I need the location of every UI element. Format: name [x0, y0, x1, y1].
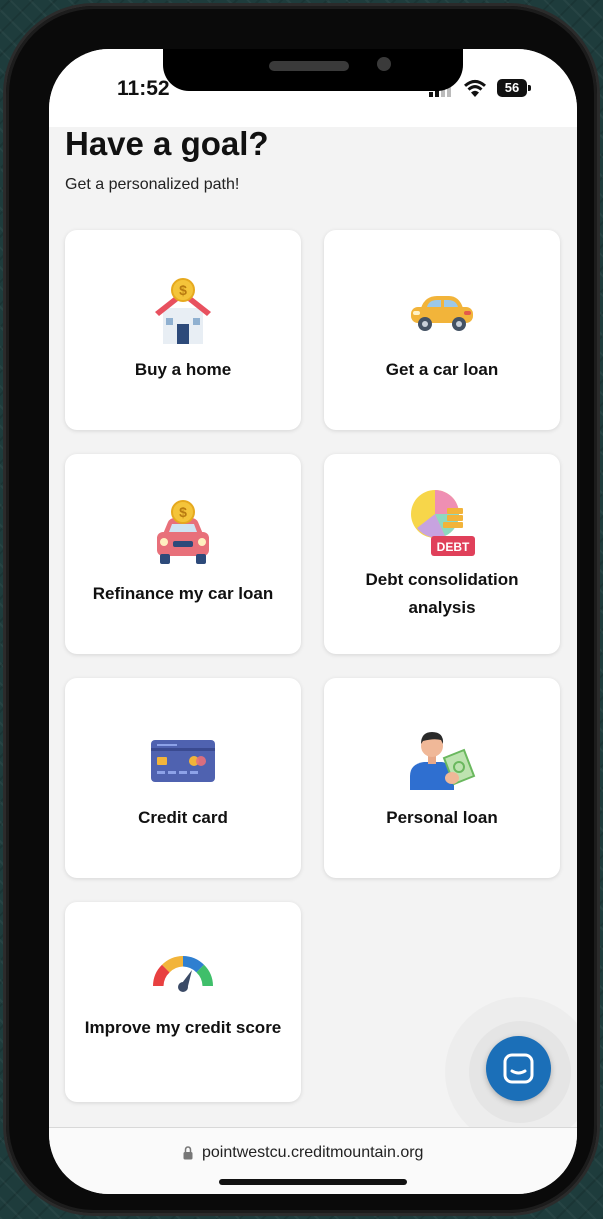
notch [163, 49, 463, 91]
screen: 11:52 56 Have a goal? Get a personalized… [49, 49, 577, 1194]
wifi-icon [464, 79, 486, 97]
credit-card-icon [151, 740, 215, 782]
goal-label: Buy a home [134, 360, 232, 379]
camera [377, 57, 391, 71]
svg-text:$: $ [179, 282, 187, 298]
lock-icon [183, 1146, 193, 1160]
speaker [269, 61, 349, 71]
goal-card-car-loan[interactable]: Get a car loan [324, 230, 560, 430]
page-subtitle: Get a personalized path! [65, 176, 240, 193]
phone-frame: 11:52 56 Have a goal? Get a personalized… [6, 6, 597, 1213]
goal-label: Debt consolidation analysis [365, 570, 519, 617]
car-icon [411, 296, 473, 331]
car-coin-icon: $ [157, 500, 209, 564]
person-money-icon [410, 732, 476, 790]
home-indicator[interactable] [219, 1179, 407, 1185]
goal-card-credit-card[interactable]: Credit card [65, 678, 301, 878]
svg-text:DEBT: DEBT [437, 540, 470, 554]
credit-gauge-icon [153, 956, 213, 992]
goal-label: Improve my credit score [84, 1018, 282, 1037]
goal-label: Refinance my car loan [92, 584, 274, 603]
goal-card-personal-loan[interactable]: Personal loan [324, 678, 560, 878]
goal-card-buy-home[interactable]: $ Buy a home [65, 230, 301, 430]
status-time: 11:52 [117, 77, 170, 100]
goal-card-debt-consolidation[interactable]: DEBT Debt consolidation analysis [324, 454, 560, 654]
browser-url-bar[interactable]: pointwestcu.creditmountain.org [49, 1127, 577, 1194]
battery-icon: 56 [497, 79, 531, 97]
svg-text:$: $ [179, 504, 187, 520]
page-title: Have a goal? [65, 125, 269, 162]
house-coin-icon: $ [155, 278, 211, 344]
chat-icon [503, 1053, 534, 1084]
goal-label: Credit card [138, 808, 228, 827]
debt-chart-icon: DEBT [411, 490, 475, 556]
goal-label: Personal loan [386, 808, 498, 827]
goal-label: Get a car loan [385, 360, 499, 379]
url-text: pointwestcu.creditmountain.org [202, 1144, 424, 1161]
chat-button[interactable] [486, 1036, 551, 1101]
goal-card-improve-credit[interactable]: Improve my credit score [65, 902, 301, 1102]
goal-card-refinance-car[interactable]: $ Refinance my car loan [65, 454, 301, 654]
